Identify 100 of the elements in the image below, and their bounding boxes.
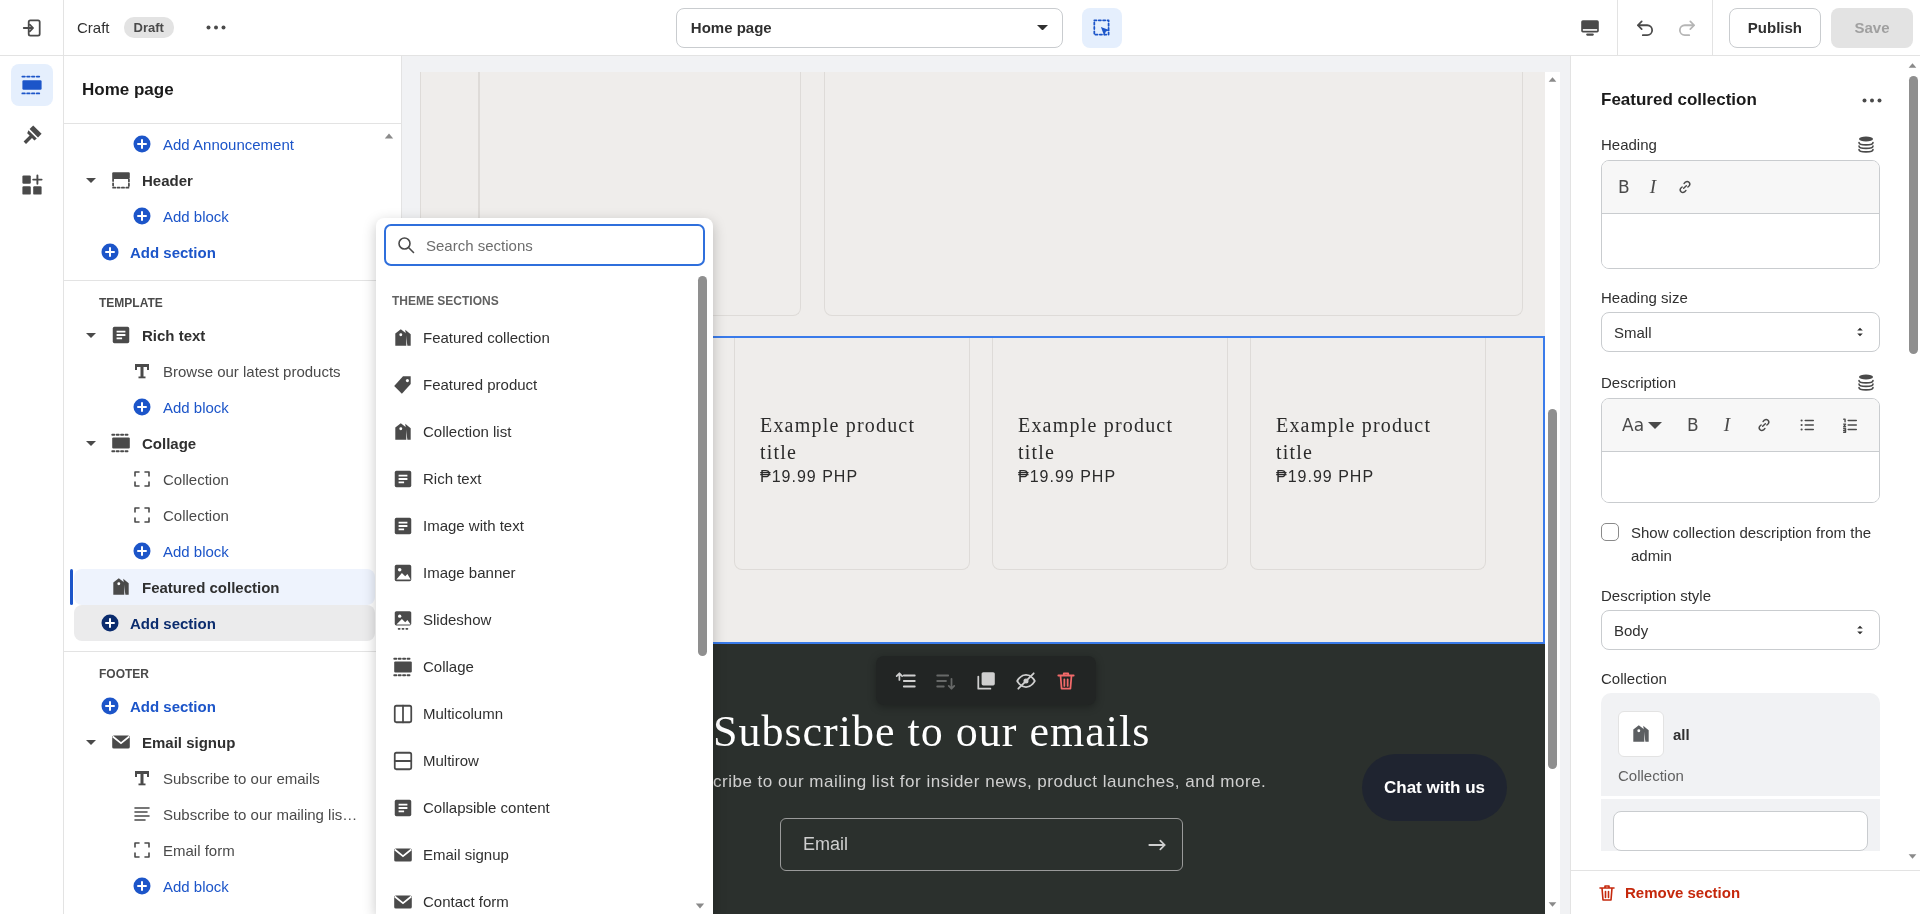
checkbox-label: Show collection description from the admin (1631, 523, 1873, 566)
newsletter-text: cribe to our mailing list for insider news, product launches, and more. (713, 772, 1267, 792)
publish-button[interactable]: Publish (1728, 7, 1821, 48)
add-block-link[interactable]: Add block (74, 533, 375, 569)
block-item[interactable]: Subscribe to our mailing lis… (74, 796, 375, 832)
section-option[interactable]: Collection list (376, 408, 695, 455)
caret-icon (1648, 421, 1663, 429)
page-select[interactable]: Home page (675, 7, 1063, 48)
add-icon (132, 876, 152, 896)
add-block-link[interactable]: Add Announcement (74, 126, 375, 162)
section-option[interactable]: Featured product (376, 361, 695, 408)
collage-icon (110, 432, 132, 454)
block-item[interactable]: Browse our latest products (74, 353, 375, 389)
scrollbar-thumb[interactable] (698, 276, 707, 656)
field-label: Description style (1601, 587, 1712, 604)
scrollbar-thumb[interactable] (1909, 76, 1918, 354)
rich-text-editor[interactable]: Aa B I (1601, 398, 1880, 503)
section-option[interactable]: Collapsible content (376, 784, 695, 831)
frame-icon (132, 840, 152, 860)
chat-button[interactable]: Chat with us (1362, 754, 1508, 821)
caret-icon (84, 440, 98, 446)
block-item[interactable]: Subscribe to our emails (74, 760, 375, 796)
sections-icon (19, 73, 44, 97)
add-section-link[interactable]: Add section (74, 688, 375, 724)
bold-button[interactable]: B (1612, 173, 1636, 201)
add-block-link[interactable]: Add block (74, 868, 375, 904)
group-heading: FOOTER (99, 666, 149, 683)
add-section-link[interactable]: Add section (74, 234, 375, 270)
bold-button[interactable]: B (1681, 411, 1705, 439)
scroll-up-icon[interactable] (1907, 60, 1918, 71)
search-input[interactable]: Search sections (424, 235, 693, 255)
caret-icon (84, 739, 98, 745)
section-item[interactable]: Header (74, 162, 375, 198)
select-field[interactable]: Small (1601, 312, 1880, 352)
trash-icon (1055, 669, 1077, 692)
font-style-button[interactable]: Aa (1616, 411, 1669, 439)
group-heading: TEMPLATE (99, 295, 163, 312)
add-block-link[interactable]: Add block (74, 198, 375, 234)
product-title: Example product title (760, 413, 917, 465)
section-option[interactable]: Slideshow (376, 596, 695, 643)
scroll-up-icon[interactable] (1547, 74, 1558, 85)
section-option[interactable]: Multicolumn (376, 690, 695, 737)
header-layout-icon (110, 169, 132, 191)
section-option[interactable]: Email signup (376, 831, 695, 878)
paragraph-icon (132, 804, 152, 824)
more-icon (205, 25, 226, 30)
email-field[interactable]: Email (780, 818, 1183, 871)
tags-icon (1630, 723, 1652, 745)
inspector-button[interactable] (1081, 7, 1122, 48)
more-icon (1862, 97, 1882, 103)
scrollbar-thumb[interactable] (1548, 409, 1557, 769)
product-title: Example product title (1276, 413, 1433, 465)
italic-button[interactable]: I (1643, 172, 1662, 202)
section-option[interactable]: Contact form (376, 878, 695, 914)
slideshow-icon (392, 608, 414, 631)
columns-icon (392, 702, 414, 725)
tag-icon (392, 373, 414, 396)
search-field[interactable]: Search sections (384, 224, 705, 266)
field-label: Description (1601, 373, 1677, 391)
list-heading: THEME SECTIONS (392, 294, 499, 308)
section-item[interactable]: Rich text (74, 317, 375, 353)
italic-button[interactable]: I (1717, 410, 1736, 440)
add-block-link[interactable]: Add block (74, 389, 375, 425)
block-item[interactable]: Email form (74, 832, 375, 868)
rail-tab[interactable] (10, 64, 53, 106)
section-item[interactable]: Collage (74, 425, 375, 461)
section-option[interactable]: Image with text (376, 502, 695, 549)
section-option[interactable]: Image banner (376, 549, 695, 596)
add-icon (100, 613, 120, 633)
block-item[interactable]: Collection (74, 461, 375, 497)
apps-icon (19, 173, 44, 197)
exit-icon (20, 16, 43, 39)
section-option[interactable]: Rich text (376, 455, 695, 502)
panel-title: Featured collection (1601, 90, 1757, 110)
section-option[interactable]: Featured collection (376, 314, 695, 361)
add-section-link[interactable]: Add section (74, 605, 375, 641)
database-icon[interactable] (1856, 134, 1876, 154)
newsletter-heading: Subscribe to our emails (713, 706, 1151, 758)
email-input[interactable]: Email (801, 833, 1146, 856)
duplicate-icon (975, 669, 997, 692)
sidebar-title: Home page (64, 56, 401, 124)
scroll-down-icon[interactable] (1547, 899, 1558, 910)
rich-text-editor[interactable]: B I (1601, 160, 1880, 269)
scroll-down-icon[interactable] (1907, 851, 1918, 862)
field-label: Heading size (1601, 289, 1688, 306)
section-option[interactable]: Collage (376, 643, 695, 690)
block-item[interactable]: Collection (74, 497, 375, 533)
rows-icon (392, 749, 414, 772)
section-item[interactable]: Email signup (74, 724, 375, 760)
checkbox[interactable] (1601, 523, 1619, 541)
frame-icon (132, 469, 152, 489)
collection-name: all (1673, 725, 1690, 743)
product-price: ₱19.99 PHP (1276, 468, 1376, 486)
text-t-icon (132, 361, 152, 381)
caret-icon (1036, 24, 1048, 31)
caret-icon (84, 177, 98, 183)
section-option[interactable]: Multirow (376, 737, 695, 784)
select-field[interactable]: Body (1601, 610, 1880, 650)
database-icon[interactable] (1856, 372, 1876, 392)
product-price: ₱19.99 PHP (1018, 468, 1118, 486)
